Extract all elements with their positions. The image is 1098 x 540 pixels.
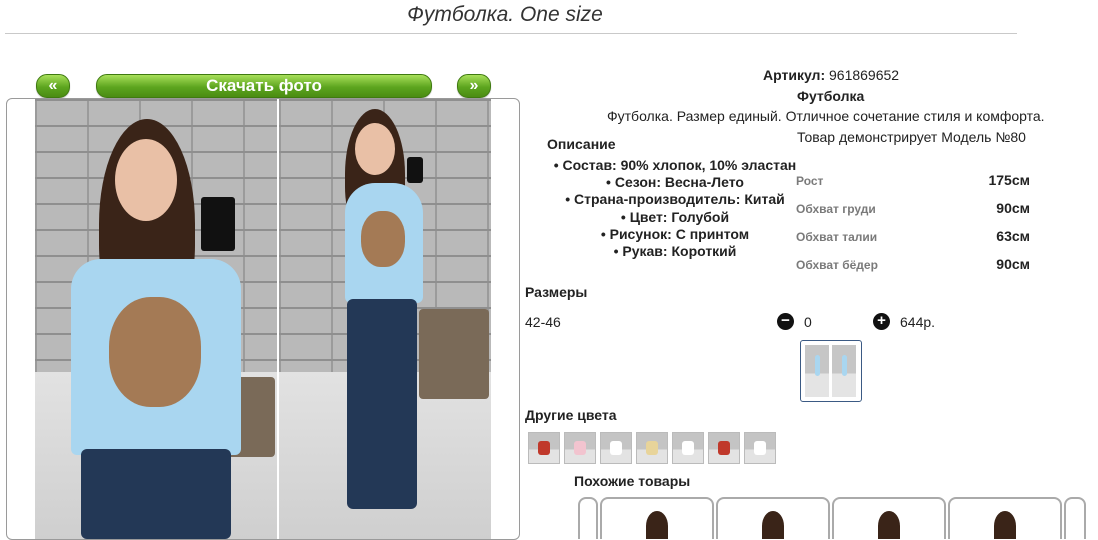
similar-products-title: Похожие товары xyxy=(574,473,691,489)
description-item: Состав: 90% хлопок, 10% эластан xyxy=(525,157,825,174)
description-title: Описание xyxy=(547,136,616,152)
color-swatch[interactable] xyxy=(564,432,596,464)
measure-value: 90см xyxy=(996,200,1030,216)
color-swatch[interactable] xyxy=(708,432,740,464)
measure-label: Обхват груди xyxy=(796,202,876,216)
download-photo-button[interactable]: Скачать фото xyxy=(96,74,432,98)
color-swatch[interactable] xyxy=(672,432,704,464)
description-item: Сезон: Весна-Лето xyxy=(525,174,825,191)
measure-value: 63см xyxy=(996,228,1030,244)
similar-product-photo xyxy=(878,511,900,539)
article-label: Артикул: xyxy=(763,67,826,83)
description-item: Цвет: Голубой xyxy=(525,209,825,226)
similar-product-card[interactable] xyxy=(832,497,946,539)
model-jeans-shape xyxy=(347,299,417,509)
description-item: Рисунок: С принтом xyxy=(525,226,825,243)
pouf-shape xyxy=(419,309,489,399)
model-measures-table: Рост 175см Обхват груди 90см Обхват тали… xyxy=(796,170,1036,282)
shirt-color xyxy=(538,441,550,455)
model-jeans-shape xyxy=(81,449,231,539)
sizes-title: Размеры xyxy=(525,284,588,300)
measure-value: 175см xyxy=(988,172,1030,188)
shirt-color xyxy=(646,441,658,455)
shirt-color xyxy=(574,441,586,455)
description-item: Страна-производитель: Китай xyxy=(525,191,825,208)
similar-product-photo xyxy=(762,511,784,539)
shirt-color xyxy=(610,441,622,455)
color-swatch[interactable] xyxy=(600,432,632,464)
thumbnail-photo xyxy=(832,345,856,397)
product-short-description: Футболка. Размер единый. Отличное сочета… xyxy=(607,108,1045,124)
product-name: Футболка xyxy=(797,88,865,104)
product-photo-front[interactable] xyxy=(35,99,277,539)
size-name: 42-46 xyxy=(525,314,561,330)
plus-icon[interactable]: + xyxy=(873,313,890,330)
similar-product-card[interactable] xyxy=(600,497,714,539)
size-thumbnail[interactable] xyxy=(800,340,862,402)
measure-row: Рост 175см xyxy=(796,170,1036,198)
bear-print-shape xyxy=(361,211,405,267)
next-photo-button[interactable]: » xyxy=(457,74,491,98)
measure-row: Обхват бёдер 90см xyxy=(796,254,1036,282)
measure-label: Обхват бёдер xyxy=(796,258,878,272)
other-colors-title: Другие цвета xyxy=(525,407,617,423)
measure-row: Обхват талии 63см xyxy=(796,226,1036,254)
thumbnail-photo xyxy=(805,345,829,397)
similar-product-card[interactable] xyxy=(948,497,1062,539)
color-swatch[interactable] xyxy=(744,432,776,464)
shirt-color xyxy=(718,441,730,455)
description-item: Рукав: Короткий xyxy=(525,243,825,260)
article-value: 961869652 xyxy=(829,67,900,83)
description-list: Состав: 90% хлопок, 10% эластан Сезон: В… xyxy=(525,157,825,260)
product-photo-frame xyxy=(6,98,520,540)
color-swatch[interactable] xyxy=(528,432,560,464)
minus-icon[interactable]: − xyxy=(777,313,794,330)
product-photo-full[interactable] xyxy=(279,99,491,539)
phone-shape xyxy=(201,197,235,251)
page-title: Футболка. One size xyxy=(407,3,603,26)
similar-product-card[interactable] xyxy=(1064,497,1086,539)
model-line: Товар демонстрирует Модель №80 xyxy=(797,129,1026,145)
measure-label: Обхват талии xyxy=(796,230,878,244)
similar-product-card[interactable] xyxy=(578,497,598,539)
similar-product-photo xyxy=(646,511,668,539)
price-value: 644р. xyxy=(900,314,936,330)
color-swatch[interactable] xyxy=(636,432,668,464)
measure-label: Рост xyxy=(796,174,824,188)
title-divider xyxy=(5,33,1017,34)
prev-photo-button[interactable]: « xyxy=(36,74,70,98)
shirt-color xyxy=(754,441,766,455)
phone-shape xyxy=(407,157,423,183)
similar-product-photo xyxy=(994,511,1016,539)
quantity-value[interactable]: 0 xyxy=(804,314,812,330)
article-line: Артикул: 961869652 xyxy=(763,67,899,83)
model-face-shape xyxy=(115,139,177,221)
shirt-color xyxy=(682,441,694,455)
model-face-shape xyxy=(355,123,395,175)
measure-value: 90см xyxy=(996,256,1030,272)
similar-product-card[interactable] xyxy=(716,497,830,539)
measure-row: Обхват груди 90см xyxy=(796,198,1036,226)
bear-print-shape xyxy=(109,297,201,407)
